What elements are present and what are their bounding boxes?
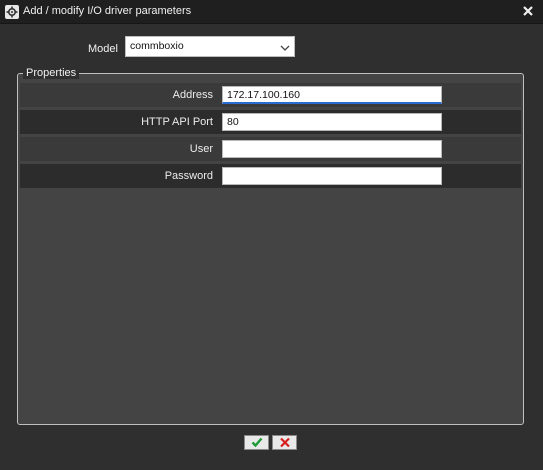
model-value: commboxio: [130, 40, 184, 52]
address-label: Address: [172, 89, 213, 101]
user-input[interactable]: [222, 140, 442, 158]
property-row-password: Password: [20, 164, 521, 188]
chevron-down-icon: [280, 43, 290, 55]
ok-button[interactable]: [244, 435, 269, 450]
password-label: Password: [164, 170, 213, 182]
model-label: Model: [88, 43, 118, 55]
address-input[interactable]: [222, 86, 442, 104]
cancel-button[interactable]: [272, 435, 297, 450]
property-row-address: Address: [20, 83, 521, 107]
close-icon[interactable]: [521, 4, 535, 18]
window-title: Add / modify I/O driver parameters: [23, 5, 192, 17]
http-api-port-input[interactable]: [222, 113, 442, 131]
password-input[interactable]: [222, 167, 442, 185]
property-row-user: User: [20, 137, 521, 161]
property-row-http-api-port: HTTP API Port: [20, 110, 521, 134]
title-bar: Add / modify I/O driver parameters: [0, 0, 543, 24]
user-label: User: [189, 143, 213, 155]
gear-icon: [5, 5, 19, 19]
model-select[interactable]: commboxio: [125, 36, 295, 57]
properties-legend: Properties: [23, 67, 80, 79]
http-api-port-label: HTTP API Port: [141, 116, 213, 128]
